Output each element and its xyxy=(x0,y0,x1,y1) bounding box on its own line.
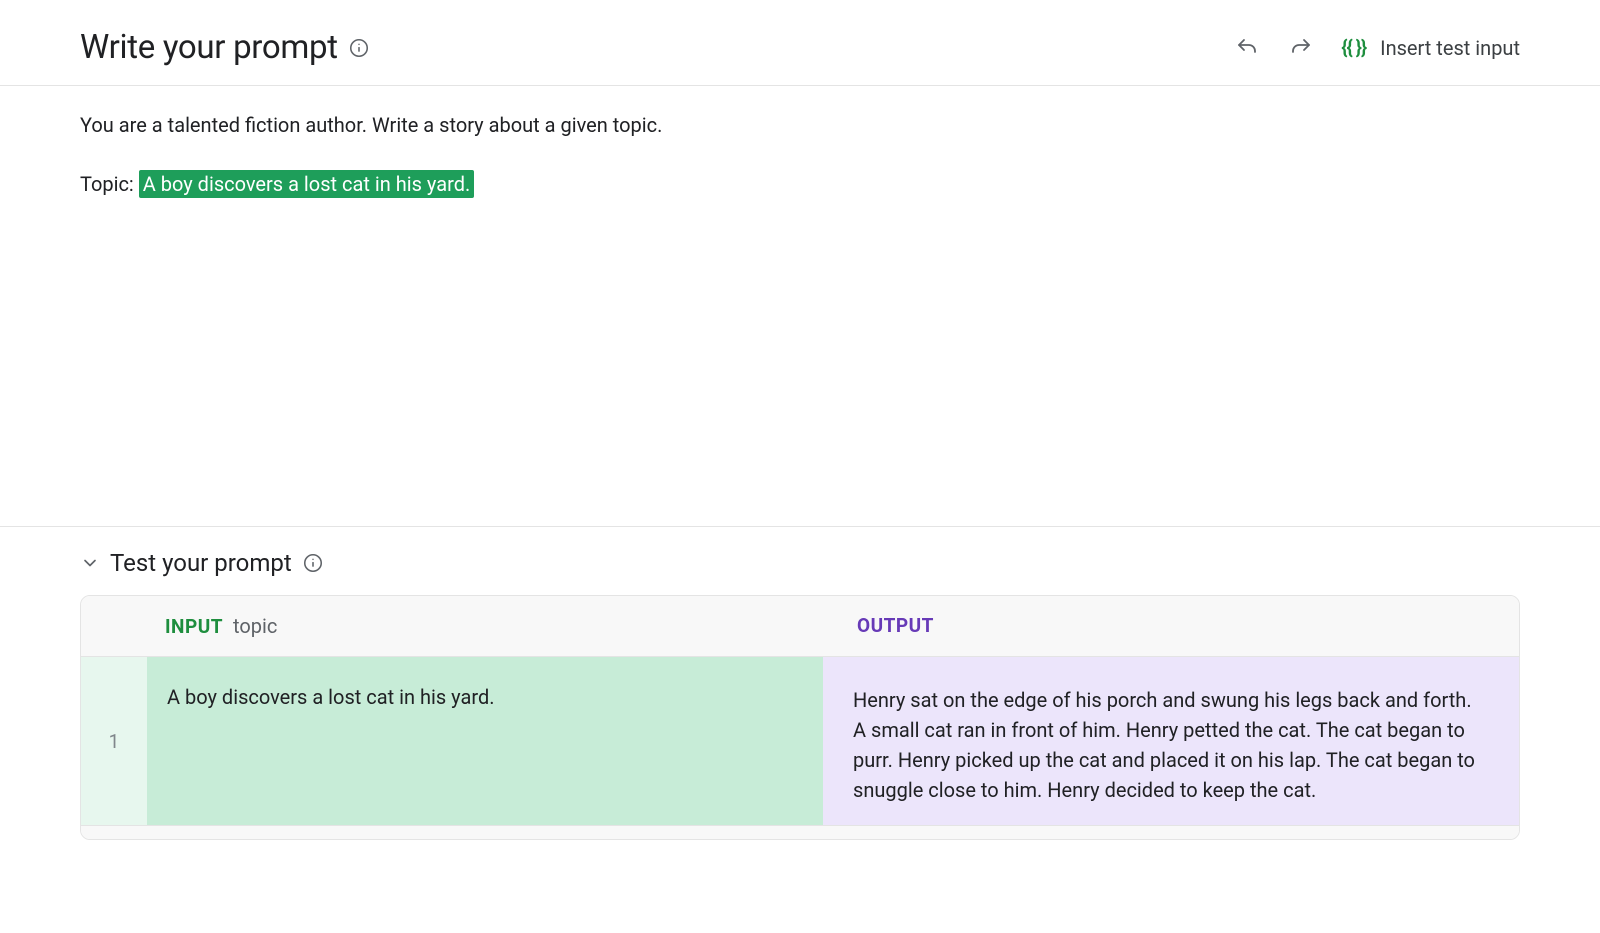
output-header-label: OUTPUT xyxy=(857,614,934,637)
input-header-sub: topic xyxy=(233,614,277,638)
insert-test-input-button[interactable]: {{ }} Insert test input xyxy=(1341,36,1520,60)
test-table: INPUT topic OUTPUT 1 A boy discovers a l… xyxy=(80,595,1520,840)
topic-label: Topic: xyxy=(80,172,139,196)
table-footer xyxy=(81,825,1519,839)
chevron-down-icon[interactable] xyxy=(80,553,100,573)
input-cell[interactable]: A boy discovers a lost cat in his yard. xyxy=(147,657,823,825)
undo-button[interactable] xyxy=(1231,32,1263,64)
col-num-header xyxy=(81,596,147,656)
prompt-text: You are a talented fiction author. Write… xyxy=(80,110,1520,200)
prompt-intro: You are a talented fiction author. Write… xyxy=(80,110,1520,141)
table-header-row: INPUT topic OUTPUT xyxy=(81,596,1519,657)
header-bar: Write your prompt xyxy=(0,0,1600,86)
col-output-header: OUTPUT xyxy=(827,596,1519,656)
header-right: {{ }} Insert test input xyxy=(1231,32,1520,64)
insert-test-input-label: Insert test input xyxy=(1380,36,1520,60)
table-row: 1 A boy discovers a lost cat in his yard… xyxy=(81,657,1519,825)
prompt-editor[interactable]: You are a talented fiction author. Write… xyxy=(0,86,1600,526)
page-title: Write your prompt xyxy=(80,28,338,67)
input-header-label: INPUT xyxy=(165,615,223,638)
braces-icon: {{ }} xyxy=(1341,36,1366,59)
row-number: 1 xyxy=(81,657,147,825)
prompt-topic-line: Topic: A boy discovers a lost cat in his… xyxy=(80,169,1520,200)
info-icon[interactable] xyxy=(348,37,370,59)
redo-button[interactable] xyxy=(1285,32,1317,64)
undo-redo-group xyxy=(1231,32,1317,64)
test-section: Test your prompt INPUT topic OUTPUT xyxy=(0,527,1600,840)
header-left: Write your prompt xyxy=(80,28,370,67)
col-input-header: INPUT topic xyxy=(147,596,827,656)
info-icon[interactable] xyxy=(302,552,324,574)
topic-value-highlight: A boy discovers a lost cat in his yard. xyxy=(139,170,475,198)
test-header: Test your prompt xyxy=(80,549,1520,577)
test-title: Test your prompt xyxy=(110,549,292,577)
output-cell: Henry sat on the edge of his porch and s… xyxy=(823,657,1519,825)
